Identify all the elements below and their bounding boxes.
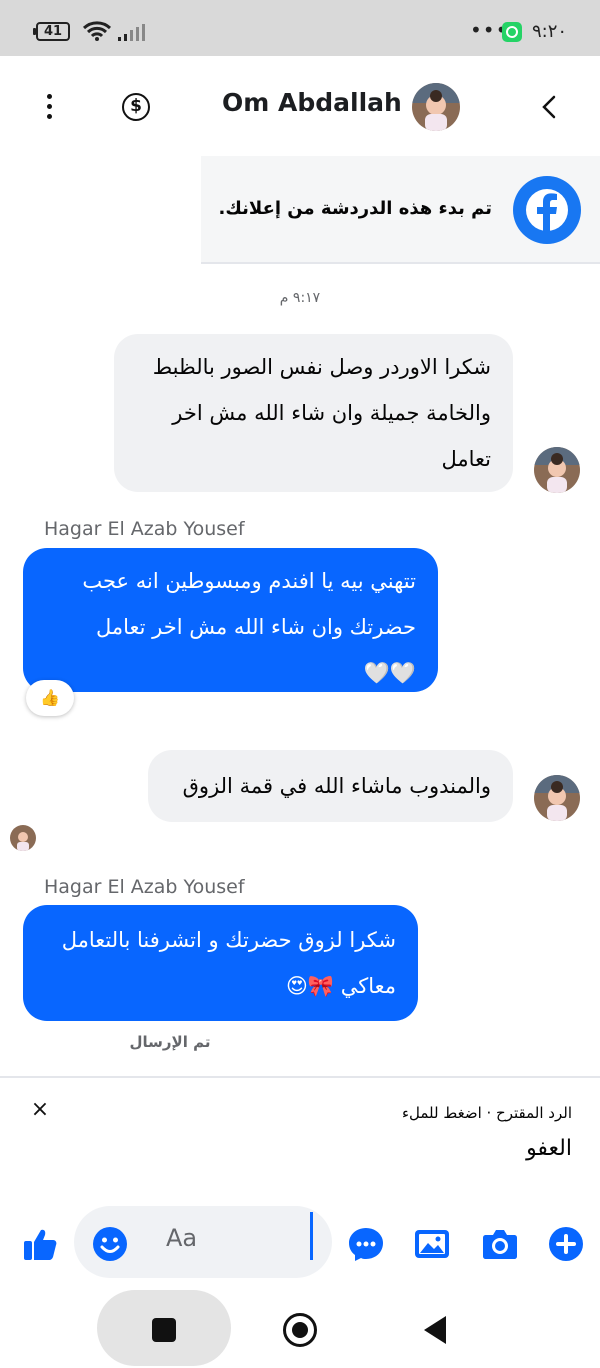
more-vertical-icon[interactable] (42, 94, 58, 120)
camera-icon[interactable] (482, 1226, 518, 1262)
battery-icon: 41 (33, 22, 70, 41)
message-line: تعامل (441, 447, 491, 471)
text-caret (310, 1212, 313, 1260)
facebook-logo-icon (513, 176, 581, 244)
ad-origin-banner: تم بدء هذه الدردشة من إعلانك. (201, 156, 600, 264)
message-line: معاكي 🎀😍 (286, 974, 396, 998)
chat-bubble-more-icon[interactable] (348, 1226, 384, 1262)
message-composer: Aa (0, 1200, 600, 1286)
plus-icon[interactable] (548, 1226, 584, 1262)
message-line: والمندوب ماشاء الله في قمة الزوق (182, 774, 491, 798)
message-line: تتهني بيه يا افندم ومبسوطين انه عجب (82, 569, 416, 593)
contact-name[interactable]: Om Abdallah (222, 88, 402, 117)
signal-icon (118, 24, 145, 41)
whatsapp-icon (502, 22, 522, 42)
chat-header: $ Om Abdallah (0, 56, 600, 156)
clock-time: ٩:٢٠ (532, 21, 568, 42)
back-chevron-icon[interactable] (538, 94, 562, 120)
image-gallery-icon[interactable] (414, 1226, 450, 1262)
payment-dollar-icon[interactable]: $ (122, 93, 150, 121)
like-thumb-icon[interactable] (22, 1226, 58, 1262)
sender-name: Hagar El Azab Yousef (44, 518, 245, 540)
message-bubble-outgoing[interactable]: تتهني بيه يا افندم ومبسوطين انه عجب حضرت… (23, 548, 438, 692)
home-icon[interactable] (283, 1313, 317, 1347)
close-icon[interactable]: × (28, 1098, 52, 1122)
contact-avatar[interactable] (412, 83, 460, 131)
emoji-icon[interactable] (92, 1226, 128, 1262)
message-timestamp: ٩:١٧ م (279, 290, 321, 306)
suggested-reply-text[interactable]: العفو (526, 1136, 572, 1161)
back-icon[interactable] (424, 1316, 446, 1344)
sender-name: Hagar El Azab Yousef (44, 876, 245, 898)
message-bubble-incoming[interactable]: والمندوب ماشاء الله في قمة الزوق (148, 750, 513, 822)
divider (0, 1076, 600, 1078)
message-line: والخامة جميلة وان شاء الله مش اخر (172, 401, 491, 425)
sent-status: تم الإرسال (129, 1033, 211, 1051)
message-line: شكرا الاوردر وصل نفس الصور بالظبط (152, 355, 491, 379)
suggested-reply-hint: الرد المقترح · اضغط للملء (401, 1104, 572, 1122)
wifi-icon (82, 21, 112, 41)
reaction-badge[interactable]: 👍 (26, 680, 74, 716)
message-bubble-incoming[interactable]: شكرا الاوردر وصل نفس الصور بالظبط والخام… (114, 334, 513, 492)
contact-avatar-small[interactable] (534, 447, 580, 493)
message-line: حضرتك وان شاء الله مش اخر تعامل (95, 615, 416, 639)
system-navigation-bar (0, 1290, 600, 1368)
status-bar: 41 ••• ٩:٢٠ (0, 0, 600, 56)
recent-apps-icon (152, 1318, 176, 1342)
message-line: 🤍🤍 (363, 661, 416, 685)
message-input-placeholder: Aa (166, 1224, 198, 1252)
message-line: شكرا لزوق حضرتك و اتشرفنا بالتعامل (61, 928, 396, 952)
seen-avatar (10, 825, 36, 851)
ad-origin-text: تم بدء هذه الدردشة من إعلانك. (218, 198, 492, 219)
contact-avatar-small[interactable] (534, 775, 580, 821)
message-bubble-outgoing[interactable]: شكرا لزوق حضرتك و اتشرفنا بالتعامل معاكي… (23, 905, 418, 1021)
